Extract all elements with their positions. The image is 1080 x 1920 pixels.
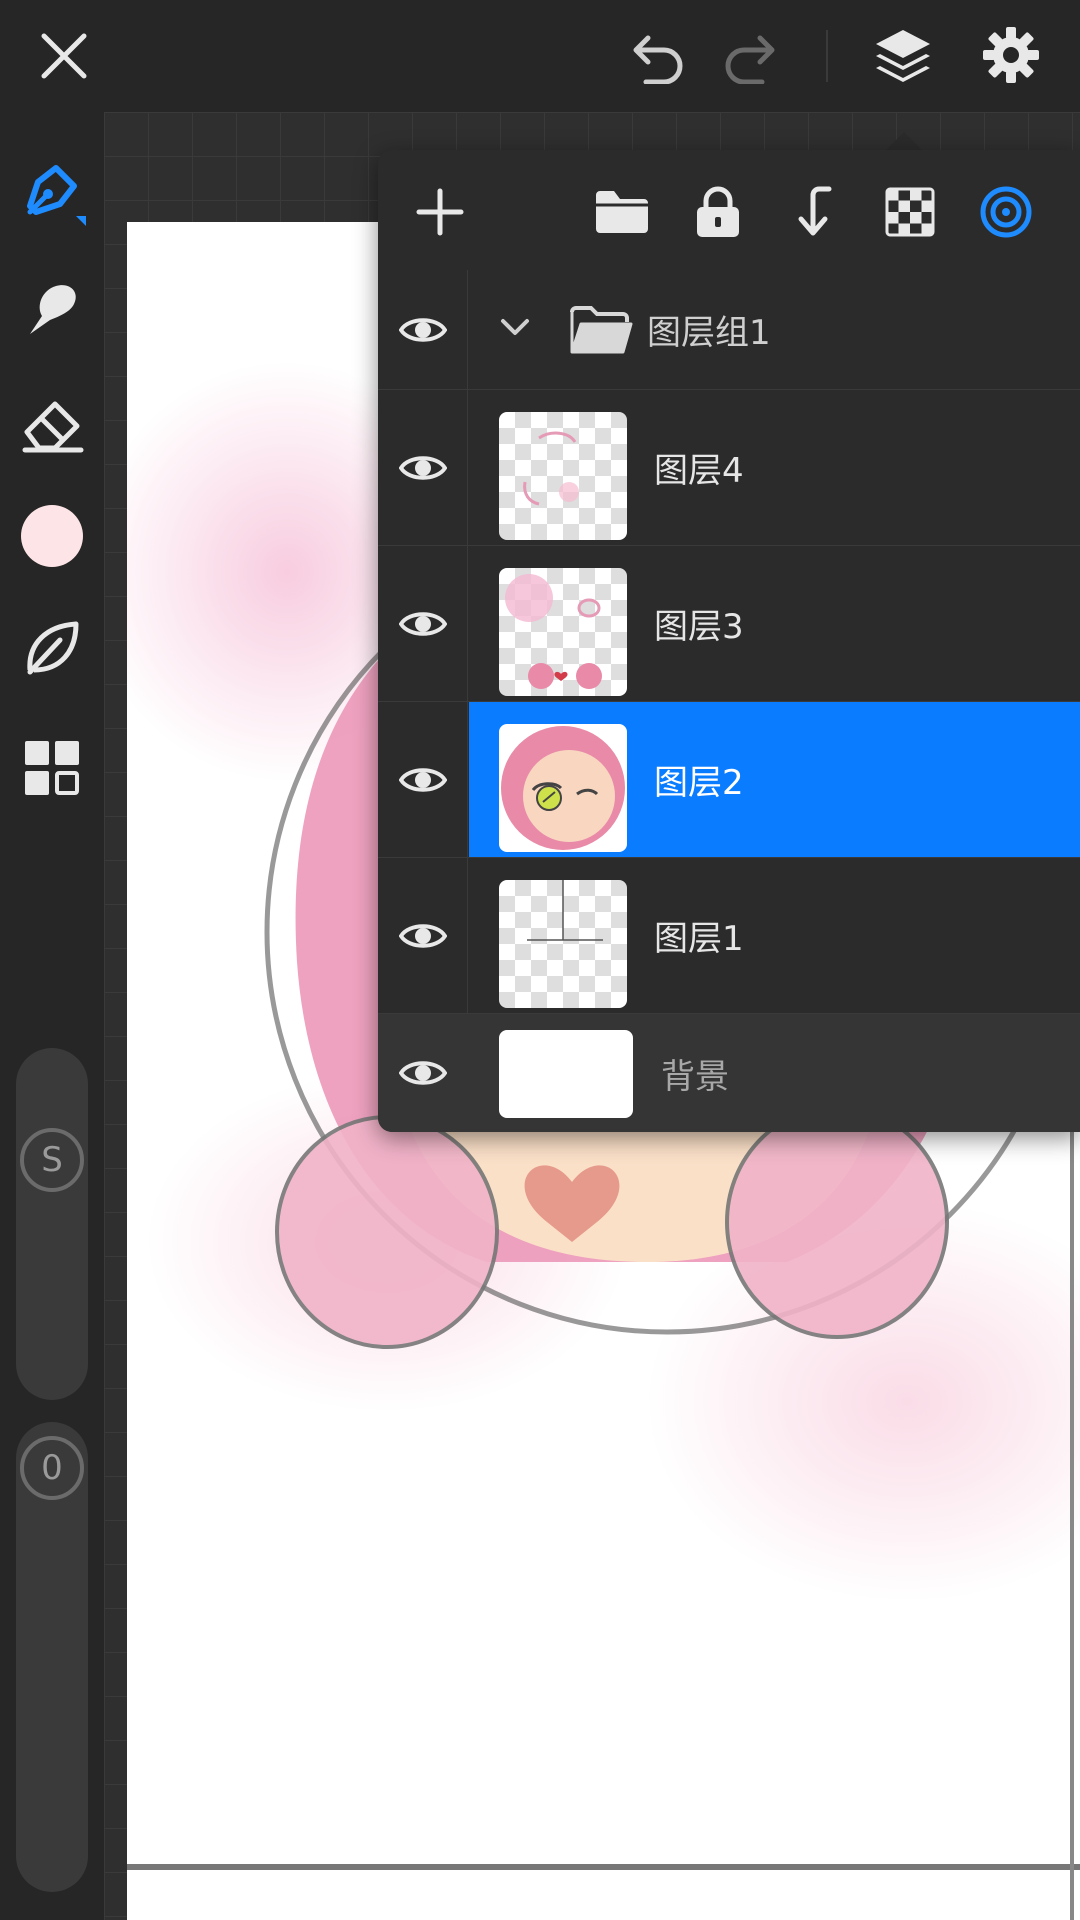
grid-tool-button[interactable] xyxy=(16,732,88,804)
toolbar-divider xyxy=(826,30,828,82)
eye-icon xyxy=(398,455,447,480)
layers-icon xyxy=(876,30,930,82)
eye-icon xyxy=(399,1061,447,1085)
grid-icon xyxy=(25,741,79,795)
alpha-lock-button[interactable] xyxy=(878,180,942,244)
new-group-button[interactable] xyxy=(590,180,654,244)
layer-row-body[interactable]: 图层3 xyxy=(469,546,1080,701)
eraser-icon xyxy=(22,401,84,453)
layers-button[interactable] xyxy=(868,20,938,90)
layer-name: 图层4 xyxy=(654,451,744,491)
layer-name: 图层3 xyxy=(654,607,744,647)
eye-icon xyxy=(398,611,447,636)
background-layer-row[interactable]: 背景 xyxy=(378,1014,1080,1132)
layer-group-row[interactable]: 图层组1 xyxy=(378,270,1080,390)
layer-row[interactable]: 图层3 xyxy=(378,546,1080,702)
group-visibility-toggle[interactable] xyxy=(378,270,468,389)
layers-panel-pointer xyxy=(884,132,924,152)
size-slider-label: S xyxy=(41,1140,63,1180)
close-icon xyxy=(41,33,87,79)
add-layer-button[interactable] xyxy=(408,180,472,244)
lock-layer-button[interactable] xyxy=(686,180,750,244)
brush-size-slider[interactable] xyxy=(16,1048,88,1400)
undo-icon xyxy=(633,35,683,84)
undo-button[interactable] xyxy=(620,26,690,90)
layer-thumbnail xyxy=(499,724,627,852)
layer-row-body[interactable]: 图层2 xyxy=(469,702,1080,857)
gear-icon xyxy=(983,27,1039,83)
target-icon xyxy=(980,186,1032,238)
layer-thumbnail xyxy=(499,412,627,540)
layers-panel: 图层组1 图层4 图层3 图层2 图层1 背景 xyxy=(378,150,1080,1132)
background-thumbnail xyxy=(499,1030,633,1118)
drawing-app: S 0 图层组1 图层4 图层3 图层2 图层1 背景 xyxy=(0,0,1080,1920)
brush-size-knob[interactable]: S xyxy=(20,1128,84,1192)
leaf-tool-button[interactable] xyxy=(16,612,88,684)
background-layer-name: 背景 xyxy=(661,1056,729,1097)
lock-icon xyxy=(697,186,739,237)
layers-panel-toolbar xyxy=(378,150,1080,270)
layer-thumbnail xyxy=(499,880,627,1008)
group-row-body[interactable]: 图层组1 xyxy=(469,270,1080,389)
layer-thumbnail xyxy=(499,568,627,696)
layer-visibility-toggle[interactable] xyxy=(378,546,468,701)
transparency-icon xyxy=(885,187,935,237)
layer-row[interactable]: 图层1 xyxy=(378,858,1080,1014)
smudge-tool-button[interactable] xyxy=(16,272,88,344)
layer-row-selected[interactable]: 图层2 xyxy=(378,702,1080,858)
layer-visibility-toggle[interactable] xyxy=(378,858,468,1013)
chevron-down-icon[interactable] xyxy=(499,316,531,338)
top-bar xyxy=(0,0,1080,112)
merge-down-button[interactable] xyxy=(782,180,846,244)
redo-icon xyxy=(725,35,775,84)
current-color-swatch xyxy=(21,505,83,567)
layer-visibility-toggle[interactable] xyxy=(378,702,468,857)
leaf-icon xyxy=(27,621,79,675)
eye-icon xyxy=(398,317,447,342)
smudge-icon xyxy=(30,285,76,334)
layer-visibility-toggle[interactable] xyxy=(378,390,468,545)
pen-tool-button[interactable] xyxy=(16,156,88,228)
layer-name: 图层1 xyxy=(654,919,744,959)
layer-name: 图层2 xyxy=(654,763,744,803)
folder-icon xyxy=(596,191,648,233)
add-icon xyxy=(416,188,464,236)
close-button[interactable] xyxy=(30,22,98,90)
pen-icon xyxy=(27,165,86,226)
folder-icon xyxy=(570,306,633,354)
layer-row[interactable]: 图层4 xyxy=(378,390,1080,546)
eraser-tool-button[interactable] xyxy=(16,388,88,460)
redo-button[interactable] xyxy=(718,26,788,90)
background-row-body[interactable]: 背景 xyxy=(469,1014,1080,1132)
group-name-label: 图层组1 xyxy=(647,313,771,353)
merge-down-icon xyxy=(798,186,832,236)
eye-icon xyxy=(398,923,447,948)
layer-target-button[interactable] xyxy=(974,180,1038,244)
left-toolbar: S 0 xyxy=(0,112,104,1920)
layer-row-body[interactable]: 图层1 xyxy=(469,858,1080,1013)
eye-icon xyxy=(398,767,447,792)
opacity-knob[interactable]: 0 xyxy=(20,1436,84,1500)
opacity-slider-label: 0 xyxy=(41,1448,63,1488)
background-visibility-toggle[interactable] xyxy=(378,1014,468,1132)
settings-button[interactable] xyxy=(976,20,1046,90)
color-swatch-button[interactable] xyxy=(16,500,88,572)
layer-row-body[interactable]: 图层4 xyxy=(469,390,1080,545)
